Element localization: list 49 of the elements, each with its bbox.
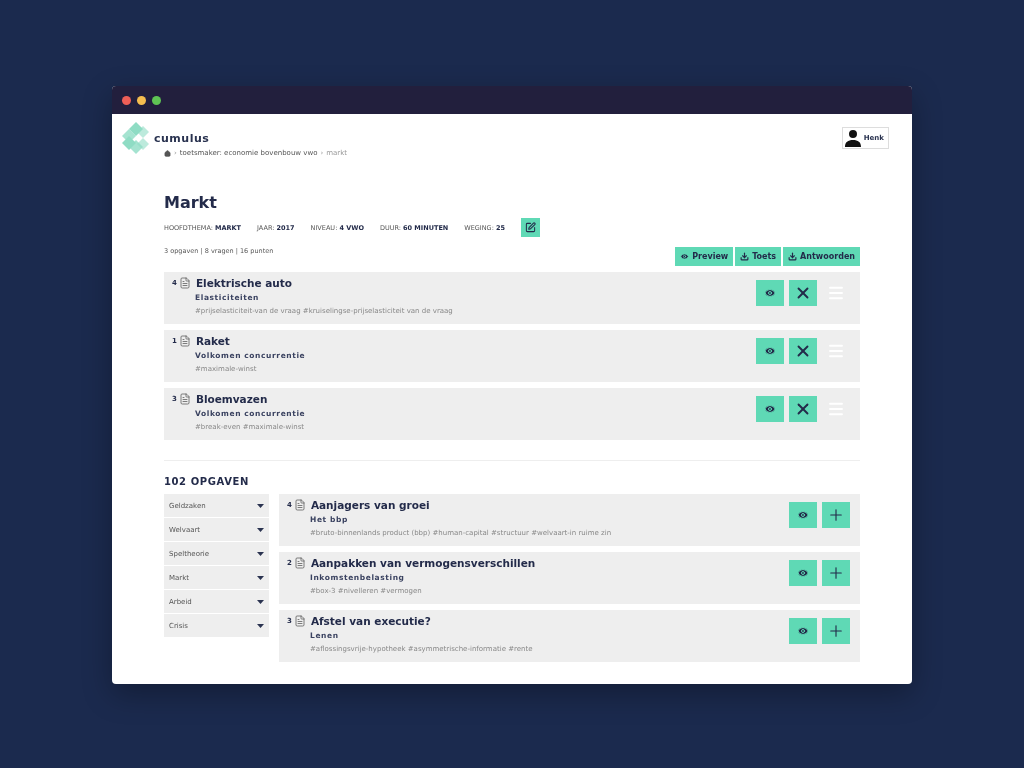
user-avatar-icon	[843, 129, 862, 147]
exercise-title: Aanjagers van groei	[310, 499, 430, 511]
download-icon	[788, 252, 798, 261]
logo-icon	[122, 122, 150, 154]
eye-icon	[797, 567, 809, 579]
eye-icon	[797, 509, 809, 521]
add-button[interactable]	[822, 618, 850, 644]
document-icon	[293, 615, 306, 627]
eye-icon	[680, 252, 690, 261]
preview-button[interactable]	[789, 502, 817, 528]
remove-button[interactable]	[789, 338, 817, 364]
document-icon	[178, 393, 191, 405]
plus-icon	[827, 506, 845, 524]
section-heading: 102 OPGAVEN	[164, 476, 250, 487]
exercise-title: Bloemvazen	[195, 393, 268, 405]
exercise-title: Aanpakken van vermogensverschillen	[310, 557, 536, 569]
preview-button[interactable]	[756, 396, 784, 422]
document-icon	[178, 335, 191, 347]
eye-icon	[797, 625, 809, 637]
edit-button[interactable]	[520, 218, 540, 237]
page-title: Markt	[164, 193, 218, 212]
add-button[interactable]	[822, 560, 850, 586]
preview-button[interactable]	[789, 560, 817, 586]
download-icon	[740, 252, 750, 261]
remove-button[interactable]	[789, 396, 817, 422]
minimize-dot-icon[interactable]	[137, 95, 146, 105]
add-button[interactable]	[822, 502, 850, 528]
exercise-title: Afstel van executie?	[310, 615, 431, 627]
preview-button[interactable]	[756, 338, 784, 364]
preview-button[interactable]	[789, 618, 817, 644]
edit-icon	[524, 222, 536, 233]
document-icon	[293, 557, 306, 569]
download-button[interactable]: Toets	[735, 247, 782, 266]
exercise-title: Elektrische auto	[195, 277, 293, 289]
plus-icon	[827, 622, 845, 640]
document-icon	[293, 499, 306, 511]
close-dot-icon[interactable]	[122, 95, 131, 105]
exercise-title: Raket	[195, 335, 230, 347]
plus-icon	[827, 564, 845, 582]
preview-button[interactable]	[756, 280, 784, 306]
eye-icon	[764, 345, 776, 357]
document-icon	[178, 277, 191, 289]
remove-button[interactable]	[789, 280, 817, 306]
eye-icon	[764, 287, 776, 299]
download-button[interactable]: Antwoorden	[783, 247, 860, 266]
app-name: cumulus	[154, 131, 210, 145]
eye-icon	[764, 403, 776, 415]
preview-button[interactable]: Preview	[675, 247, 734, 266]
maximize-dot-icon[interactable]	[152, 95, 161, 105]
